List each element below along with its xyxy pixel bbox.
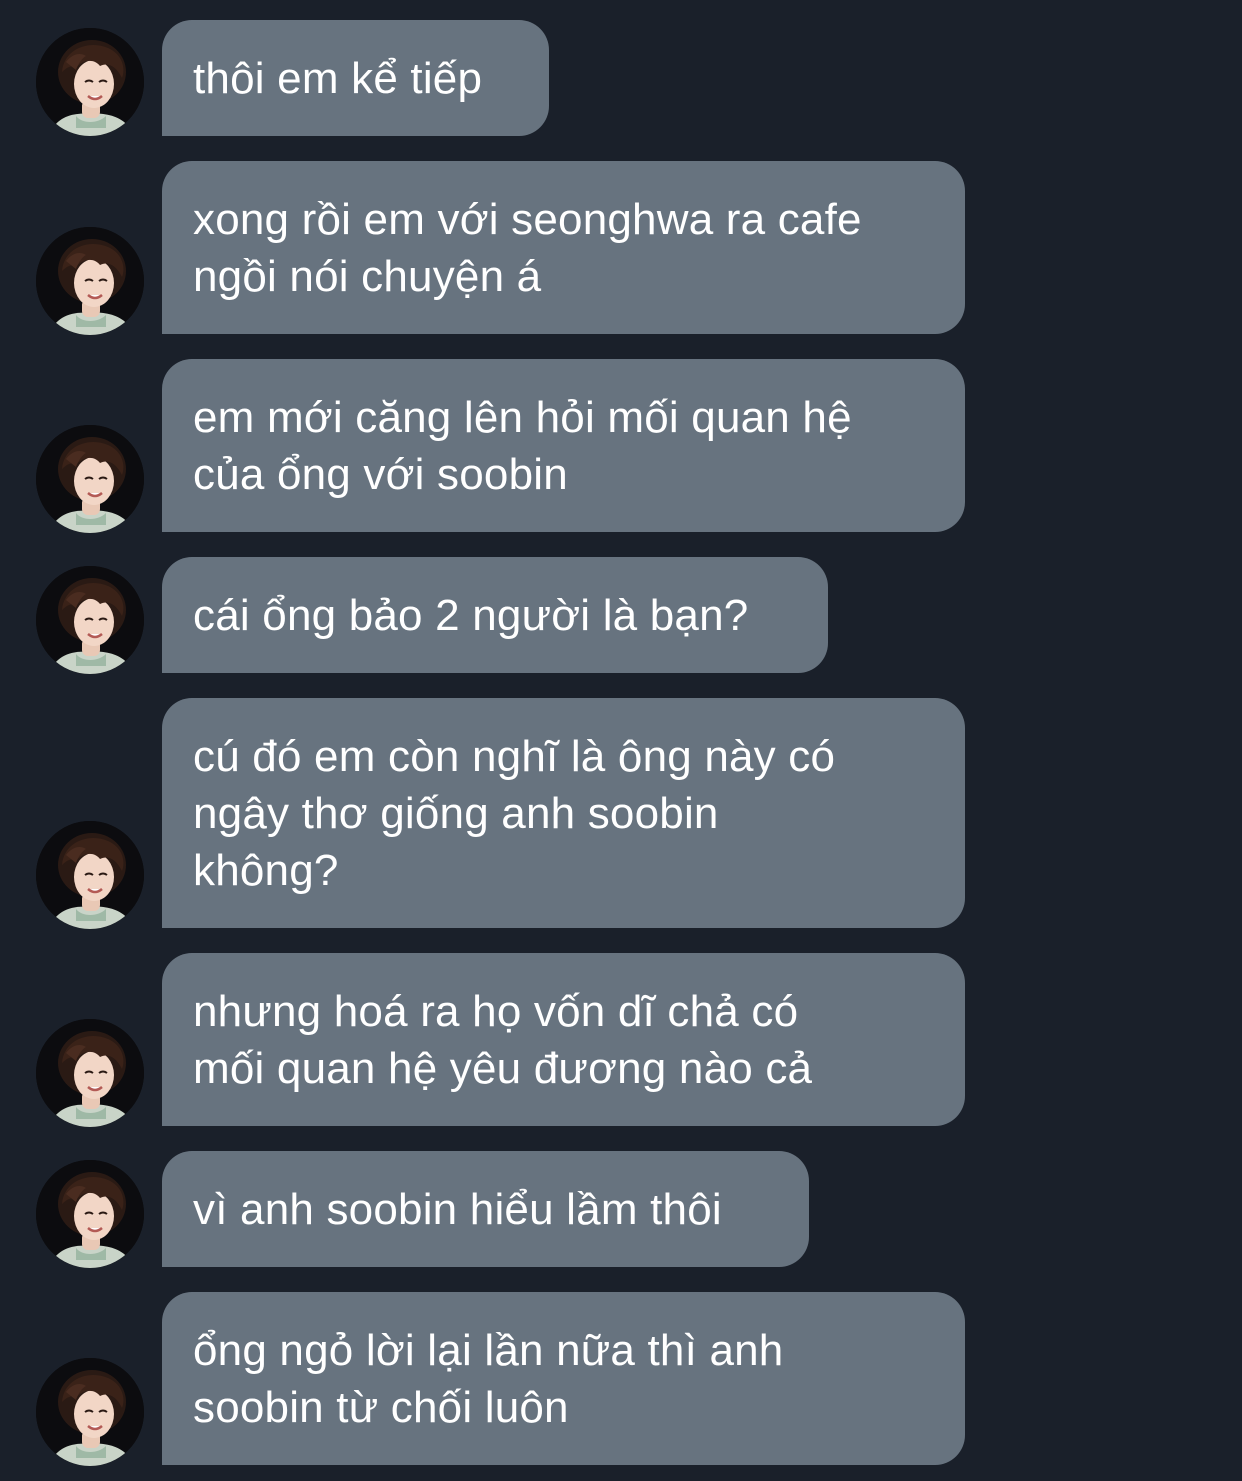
message-text: mối quan hệ yêu đương nào cả (193, 1044, 813, 1093)
message-text: ổng ngỏ lời lại lần nữa thì anh (193, 1326, 784, 1375)
message-bubble[interactable]: ổng ngỏ lời lại lần nữa thì anh soobin t… (162, 1292, 965, 1465)
message-text: thôi em kể tiếp (193, 54, 483, 103)
message-text: xong rồi em với seonghwa ra cafe (193, 195, 862, 244)
message-text: vì anh soobin hiểu lầm thôi (193, 1185, 722, 1234)
message-text: của ổng với soobin (193, 450, 568, 499)
message-text: không? (193, 846, 339, 895)
message-row: vì anh soobin hiểu lầm thôi (0, 1151, 1242, 1268)
user-avatar-icon[interactable] (36, 566, 144, 674)
message-text: soobin từ chối luôn (193, 1383, 569, 1432)
message-text: cú đó em còn nghĩ là ông này có (193, 732, 836, 781)
message-bubble[interactable]: cái ổng bảo 2 người là bạn? (162, 557, 828, 673)
message-row: nhưng hoá ra họ vốn dĩ chả có mối quan h… (0, 953, 1242, 1127)
message-text: em mới căng lên hỏi mối quan hệ (193, 393, 852, 442)
message-text: ngồi nói chuyện á (193, 252, 542, 301)
message-row: cú đó em còn nghĩ là ông này có ngây thơ… (0, 698, 1242, 929)
user-avatar-icon[interactable] (36, 425, 144, 533)
message-bubble[interactable]: nhưng hoá ra họ vốn dĩ chả có mối quan h… (162, 953, 965, 1126)
user-avatar-icon[interactable] (36, 28, 144, 136)
message-bubble[interactable]: vì anh soobin hiểu lầm thôi (162, 1151, 809, 1267)
message-row: thôi em kể tiếp (0, 20, 1242, 136)
user-avatar-icon[interactable] (36, 1160, 144, 1268)
message-text: ngây thơ giống anh soobin (193, 789, 719, 838)
user-avatar-icon[interactable] (36, 227, 144, 335)
chat-thread: thôi em kể tiếp xong rồi em với seonghwa… (0, 0, 1242, 1481)
message-row: ổng ngỏ lời lại lần nữa thì anh soobin t… (0, 1292, 1242, 1466)
message-text: nhưng hoá ra họ vốn dĩ chả có (193, 987, 799, 1036)
user-avatar-icon[interactable] (36, 821, 144, 929)
message-bubble[interactable]: cú đó em còn nghĩ là ông này có ngây thơ… (162, 698, 965, 928)
user-avatar-icon[interactable] (36, 1019, 144, 1127)
message-row: cái ổng bảo 2 người là bạn? (0, 557, 1242, 674)
message-row: em mới căng lên hỏi mối quan hệ của ổng … (0, 359, 1242, 533)
message-text: cái ổng bảo 2 người là bạn? (193, 591, 749, 640)
user-avatar-icon[interactable] (36, 1358, 144, 1466)
message-bubble[interactable]: em mới căng lên hỏi mối quan hệ của ổng … (162, 359, 965, 532)
message-bubble[interactable]: thôi em kể tiếp (162, 20, 549, 136)
message-row: xong rồi em với seonghwa ra cafe ngồi nó… (0, 161, 1242, 335)
message-bubble[interactable]: xong rồi em với seonghwa ra cafe ngồi nó… (162, 161, 965, 334)
